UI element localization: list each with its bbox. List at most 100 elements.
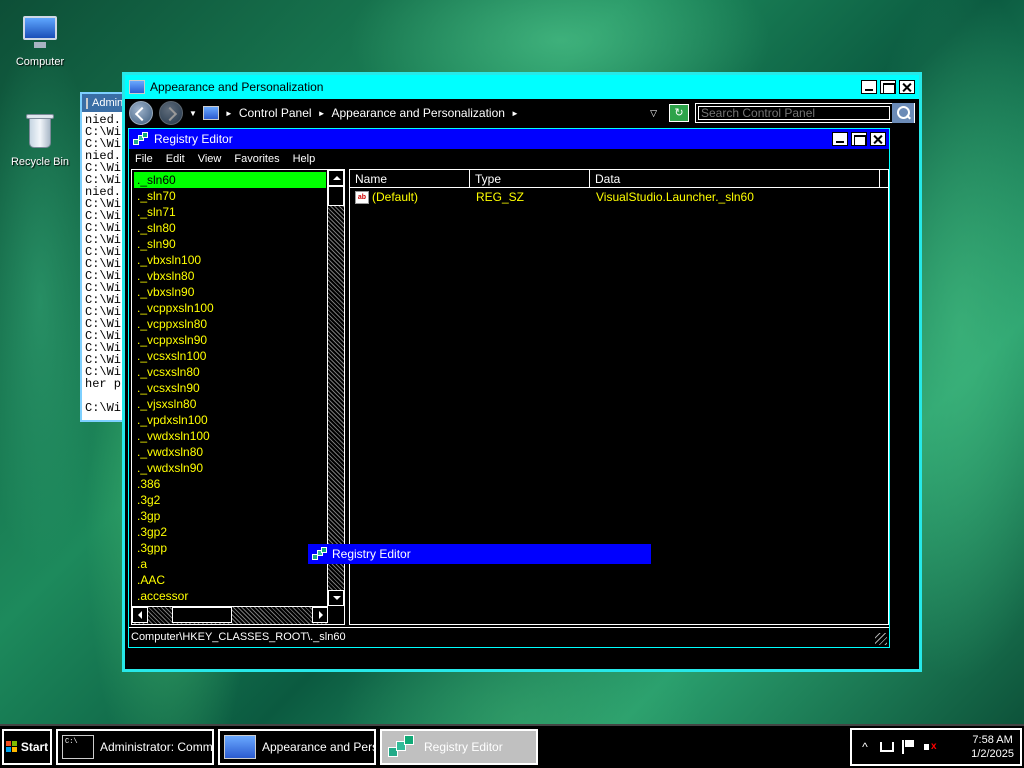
tree-item[interactable]: ._sln60: [134, 172, 326, 188]
tree-item[interactable]: .386: [134, 476, 326, 492]
start-button[interactable]: Start: [2, 729, 52, 765]
menu-edit[interactable]: Edit: [166, 153, 185, 165]
control-panel-icon: [129, 80, 145, 94]
tree-item[interactable]: ._vwdxsln100: [134, 428, 326, 444]
refresh-button[interactable]: ↻: [669, 104, 689, 122]
registry-icon: [133, 132, 149, 146]
minimize-button[interactable]: [832, 132, 848, 146]
registry-editor-window[interactable]: Registry Editor File Edit View Favorites…: [128, 128, 890, 648]
tree-item[interactable]: ._vcppxsln80: [134, 316, 326, 332]
tree-item[interactable]: ._vjsxsln80: [134, 396, 326, 412]
chevron-right-icon[interactable]: ►: [511, 109, 519, 118]
menu-view[interactable]: View: [198, 153, 222, 165]
scroll-thumb[interactable]: [328, 186, 344, 206]
tree-item[interactable]: .3g2: [134, 492, 326, 508]
tree-item[interactable]: ._vbxsln80: [134, 268, 326, 284]
control-panel-icon: [224, 735, 256, 759]
taskbar-item-label: Administrator: Comma...: [100, 740, 213, 754]
registry-title-bar[interactable]: Registry Editor: [129, 129, 889, 149]
tree-item[interactable]: ._vcppxsln90: [134, 332, 326, 348]
cmd-line: C:\Wi: [85, 401, 122, 415]
windows-logo-icon: [5, 741, 18, 753]
drag-label: Registry Editor: [332, 547, 411, 561]
tree-item[interactable]: ._vcsxsln100: [134, 348, 326, 364]
registry-title: Registry Editor: [154, 132, 233, 146]
desktop-icon-label: Recycle Bin: [10, 156, 70, 168]
appearance-title: Appearance and Personalization: [150, 80, 324, 94]
tree-item[interactable]: ._vwdxsln90: [134, 460, 326, 476]
cmd-icon: [62, 735, 94, 759]
tree-item[interactable]: ._sln71: [134, 204, 326, 220]
history-dropdown-icon[interactable]: ▼: [189, 109, 197, 118]
taskbar-item-appearance[interactable]: Appearance and Pers...: [218, 729, 376, 765]
tree-item[interactable]: .3gp: [134, 508, 326, 524]
tree-item[interactable]: ._sln90: [134, 236, 326, 252]
scroll-thumb[interactable]: [172, 607, 232, 623]
breadcrumb-appearance[interactable]: Appearance and Personalization: [331, 106, 504, 120]
scroll-up-button[interactable]: [328, 170, 344, 186]
tree-item[interactable]: ._vcsxsln90: [134, 380, 326, 396]
tree-item[interactable]: .accessor: [134, 588, 326, 604]
tree-item[interactable]: ._vbxsln90: [134, 284, 326, 300]
chevron-right-icon[interactable]: ►: [318, 109, 326, 118]
scroll-right-button[interactable]: [312, 607, 328, 623]
control-panel-icon: [202, 106, 219, 120]
tree-item[interactable]: .a: [134, 556, 326, 572]
tree-horizontal-scrollbar[interactable]: [132, 606, 328, 624]
resize-grip[interactable]: [875, 633, 887, 645]
action-center-flag-icon[interactable]: [902, 740, 916, 754]
menu-file[interactable]: File: [135, 153, 153, 165]
scroll-left-button[interactable]: [132, 607, 148, 623]
tree-item[interactable]: ._sln80: [134, 220, 326, 236]
tree-item[interactable]: ._vwdxsln80: [134, 444, 326, 460]
clock-time: 7:58 AM: [972, 734, 1013, 746]
desktop-icon-recycle-bin[interactable]: Recycle Bin: [0, 112, 80, 168]
values-header: Name Type Data: [350, 170, 888, 188]
maximize-button[interactable]: [851, 132, 867, 146]
search-input[interactable]: [698, 106, 890, 120]
cmd-line: her p: [85, 377, 122, 391]
desktop-icon-computer[interactable]: Computer: [0, 12, 80, 68]
value-name: (Default): [372, 190, 419, 204]
forward-button[interactable]: [159, 101, 183, 125]
minimize-button[interactable]: [861, 80, 877, 94]
recycle-bin-icon: [20, 112, 60, 152]
tree-item[interactable]: .3gpp: [134, 540, 326, 556]
search-icon[interactable]: [892, 103, 914, 123]
tree-item[interactable]: ._vbxsln100: [134, 252, 326, 268]
back-button[interactable]: [129, 101, 153, 125]
close-button[interactable]: [899, 80, 915, 94]
clock[interactable]: 7:58 AM 1/2/2025: [971, 733, 1014, 761]
tree-item[interactable]: ._vcppxsln100: [134, 300, 326, 316]
tree-item[interactable]: ._sln70: [134, 188, 326, 204]
breadcrumb-control-panel[interactable]: Control Panel: [239, 106, 312, 120]
network-icon[interactable]: [880, 742, 894, 752]
tree-item[interactable]: ._vcsxsln80: [134, 364, 326, 380]
address-dropdown-icon[interactable]: ▽: [650, 108, 657, 119]
value-data: VisualStudio.Launcher._sln60: [596, 190, 754, 204]
close-button[interactable]: [870, 132, 886, 146]
taskbar-item-label: Registry Editor: [424, 740, 503, 754]
taskbar: Start Administrator: Comma... Appearance…: [0, 724, 1024, 768]
tree-item[interactable]: .AAC: [134, 572, 326, 588]
tree-vertical-scrollbar[interactable]: [327, 170, 344, 606]
notification-area: 7:58 AM 1/2/2025: [850, 728, 1022, 766]
scroll-down-button[interactable]: [328, 590, 344, 606]
value-row[interactable]: ab (Default) REG_SZ VisualStudio.Launche…: [350, 188, 888, 206]
taskbar-item-registry-editor[interactable]: Registry Editor: [380, 729, 538, 765]
show-hidden-icons-icon[interactable]: [858, 740, 872, 754]
volume-muted-icon[interactable]: [924, 740, 938, 754]
tree-item[interactable]: ._vpdxsln100: [134, 412, 326, 428]
chevron-right-icon[interactable]: ►: [225, 109, 233, 118]
column-header-data[interactable]: Data: [590, 170, 880, 187]
menu-help[interactable]: Help: [293, 153, 316, 165]
column-header-type[interactable]: Type: [470, 170, 590, 187]
taskbar-item-command-prompt[interactable]: Administrator: Comma...: [56, 729, 214, 765]
column-header-name[interactable]: Name: [350, 170, 470, 187]
menu-favorites[interactable]: Favorites: [234, 153, 279, 165]
maximize-button[interactable]: [880, 80, 896, 94]
tree-item[interactable]: .3gp2: [134, 524, 326, 540]
address-bar: ▼ ► Control Panel ► Appearance and Perso…: [125, 99, 919, 127]
cmd-icon: [86, 97, 88, 109]
appearance-title-bar[interactable]: Appearance and Personalization: [125, 75, 919, 99]
